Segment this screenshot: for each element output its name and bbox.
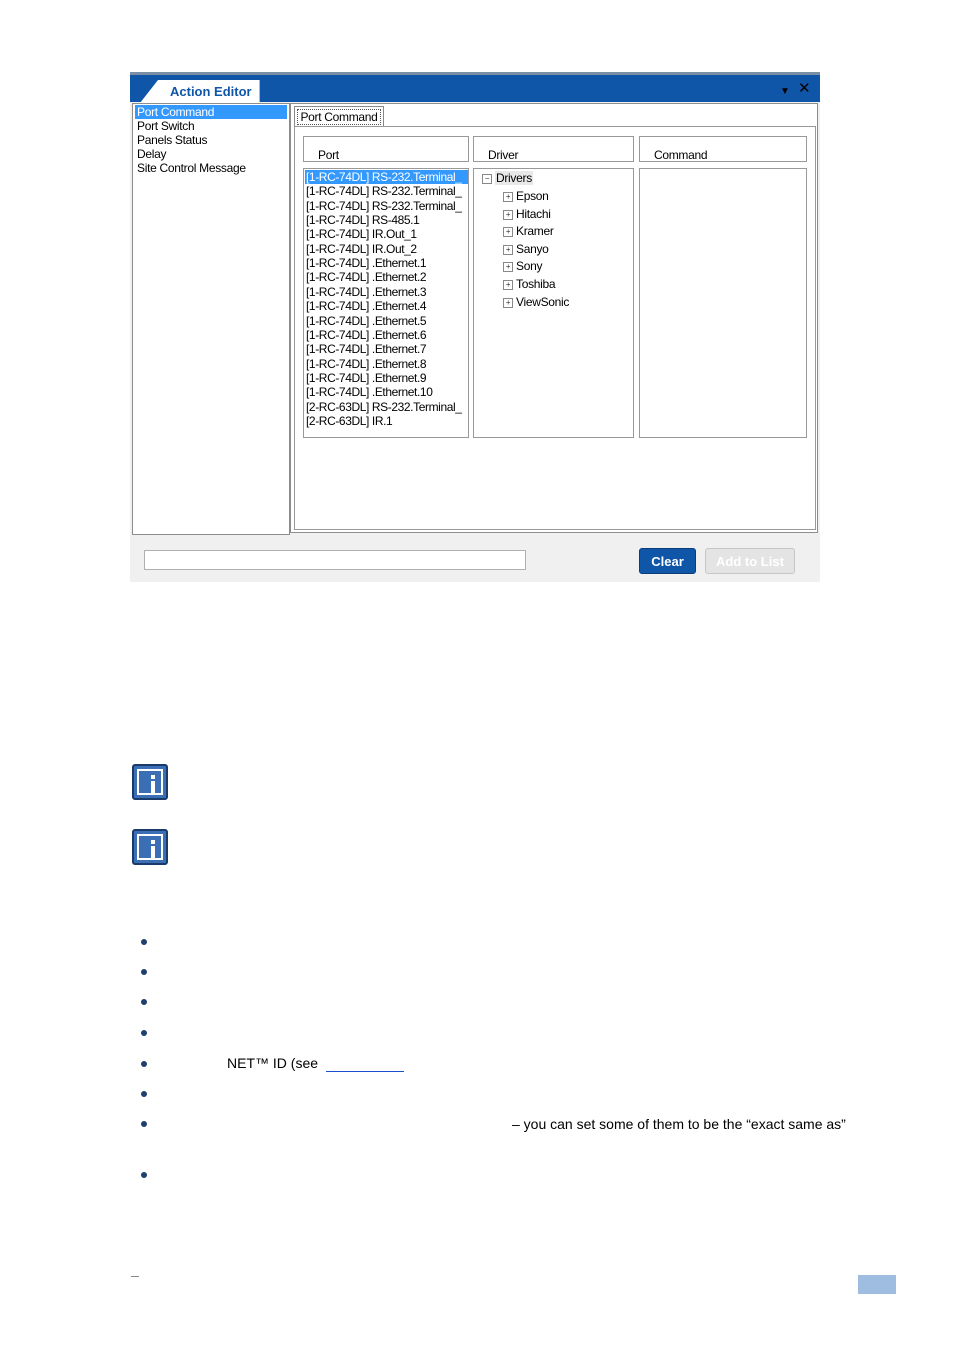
tree-node-driver-label: Epson — [516, 189, 549, 203]
port-list-item[interactable]: [1-RC-74DL] .Ethernet.8 — [305, 357, 468, 371]
tree-node-driver-label: Hitachi — [516, 206, 551, 221]
close-icon[interactable]: ✕ — [798, 81, 811, 97]
tree-node-driver-label: ViewSonic — [516, 294, 570, 309]
action-type-list: Port Command Port Switch Panels Status D… — [132, 103, 290, 535]
expand-icon[interactable]: + — [503, 192, 513, 202]
tree-node-driver[interactable]: + Kramer — [503, 224, 554, 238]
port-list-item[interactable]: [1-RC-74DL] RS-232.Terminal_ — [305, 199, 468, 213]
dropdown-arrow-icon[interactable]: ▼ — [780, 84, 790, 100]
bullet-point — [141, 1030, 147, 1036]
bullet-point — [141, 1091, 147, 1097]
page-number-badge — [858, 1275, 896, 1294]
tree-node-drivers-label: Drivers — [495, 171, 533, 185]
add-to-list-button[interactable]: Add to List — [705, 548, 795, 574]
port-list-item[interactable]: [1-RC-74DL] .Ethernet.7 — [305, 342, 468, 356]
bullet-point — [141, 999, 147, 1005]
section-link[interactable] — [326, 1053, 404, 1072]
expand-icon[interactable]: + — [503, 244, 513, 255]
net-id-text: NET™ ID (see — [227, 1055, 319, 1071]
bullet-point — [141, 1172, 147, 1178]
action-type-panels-status[interactable]: Panels Status — [135, 133, 287, 147]
tab-port-command-label: Port Command — [297, 109, 381, 125]
bullet-point — [141, 969, 147, 975]
port-list-item[interactable]: [1-RC-74DL] .Ethernet.9 — [305, 371, 468, 385]
expand-icon[interactable]: + — [503, 280, 513, 290]
expand-icon[interactable]: + — [503, 209, 513, 220]
tree-node-driver[interactable]: + Toshiba — [503, 277, 556, 291]
footer-dash — [131, 1276, 139, 1277]
driver-tree[interactable]: − Drivers + Epson + Hitachi + Kramer + Sanyo + Son… — [473, 168, 634, 438]
port-list-item[interactable]: [2-RC-63DL] RS-232.Terminal_ — [305, 400, 468, 414]
action-type-port-command[interactable]: Port Command — [135, 105, 287, 119]
collapse-icon[interactable]: − — [482, 174, 492, 184]
port-list-item[interactable]: [1-RC-74DL] RS-485.1 — [305, 213, 468, 227]
bullet-point — [141, 1061, 147, 1067]
info-icon — [132, 764, 168, 800]
tree-node-driver-label: Sony — [516, 259, 543, 274]
port-list-item[interactable]: [1-RC-74DL] .Ethernet.10 — [305, 385, 468, 399]
port-list-item[interactable]: [1-RC-74DL] .Ethernet.3 — [305, 285, 468, 299]
tab-port-command[interactable]: Port Command — [294, 106, 384, 127]
tree-node-drivers[interactable]: − Drivers — [482, 171, 533, 185]
expand-icon[interactable]: + — [503, 262, 513, 273]
tree-node-driver[interactable]: + ViewSonic — [503, 295, 569, 309]
action-editor-window: Action Editor ▼ ✕ Port Command Port Swit… — [130, 72, 820, 582]
port-list-item[interactable]: [2-RC-63DL] IR.1 — [305, 414, 468, 428]
port-list-item[interactable]: [1-RC-74DL] IR.Out_1 — [305, 227, 468, 241]
action-type-port-switch[interactable]: Port Switch — [135, 119, 287, 133]
clear-button[interactable]: Clear — [639, 548, 696, 574]
port-list[interactable]: [1-RC-74DL] RS-232.Terminal_ [1-RC-74DL] … — [303, 168, 469, 438]
exact-same-as-text: – you can set some of them to be the “ex… — [512, 1116, 846, 1132]
port-list-item[interactable]: [1-RC-74DL] .Ethernet.1 — [305, 256, 468, 270]
tree-node-driver[interactable]: + Hitachi — [503, 207, 551, 221]
tab-body: Port Driver Command [1-RC-74DL] RS-232.T… — [294, 126, 816, 530]
window-title: Action Editor — [140, 80, 260, 103]
command-column-header: Command — [639, 136, 807, 162]
port-command-panel: Port Command Port Driver Command [1-RC-7… — [290, 103, 818, 533]
driver-column-header: Driver — [473, 136, 634, 162]
bullet-point — [141, 939, 147, 945]
tree-node-driver[interactable]: + Sanyo — [503, 242, 549, 256]
port-list-item[interactable]: [1-RC-74DL] .Ethernet.2 — [305, 270, 468, 284]
bullet-point — [141, 1121, 147, 1127]
command-list[interactable] — [639, 168, 807, 438]
action-type-site-control-message[interactable]: Site Control Message — [135, 161, 287, 175]
tree-node-driver-label: Sanyo — [516, 241, 549, 256]
port-list-item[interactable]: [1-RC-74DL] IR.Out_2 — [305, 242, 468, 256]
port-list-item[interactable]: [1-RC-74DL] .Ethernet.5 — [305, 314, 468, 328]
action-summary-field[interactable] — [144, 550, 526, 570]
tree-node-driver[interactable]: + Epson — [503, 189, 549, 203]
tree-node-driver[interactable]: + Sony — [503, 259, 542, 273]
action-type-delay[interactable]: Delay — [135, 147, 287, 161]
port-list-item[interactable]: [1-RC-74DL] RS-232.Terminal_ — [305, 170, 468, 185]
port-list-item[interactable]: [1-RC-74DL] RS-232.Terminal_ — [305, 184, 468, 198]
tree-node-driver-label: Kramer — [516, 224, 554, 239]
port-list-item[interactable]: [1-RC-74DL] .Ethernet.6 — [305, 328, 468, 342]
tree-node-driver-label: Toshiba — [516, 277, 556, 291]
expand-icon[interactable]: + — [503, 227, 513, 238]
title-bar: Action Editor ▼ ✕ — [130, 72, 820, 103]
info-icon — [132, 829, 168, 865]
expand-icon[interactable]: + — [503, 297, 513, 308]
port-column-header: Port — [303, 136, 469, 162]
port-list-item[interactable]: [1-RC-74DL] .Ethernet.4 — [305, 299, 468, 313]
